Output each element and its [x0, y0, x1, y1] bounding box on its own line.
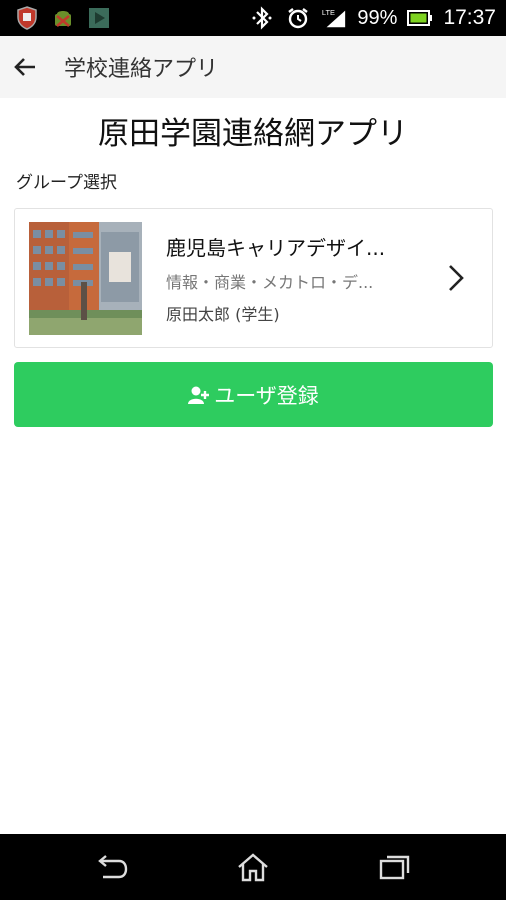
alarm-icon — [285, 5, 311, 31]
nav-bar — [0, 834, 506, 900]
arrow-back-icon — [14, 58, 35, 76]
back-nav-icon — [98, 855, 128, 879]
register-button-label: ユーザ登録 — [214, 383, 319, 408]
clock: 17:37 — [443, 6, 496, 29]
bluetooth-icon — [249, 5, 275, 31]
school-building-photo — [29, 221, 142, 335]
back-button[interactable] — [2, 44, 48, 90]
svg-text:LTE: LTE — [322, 8, 335, 17]
android-icon — [50, 5, 76, 31]
group-card[interactable]: 鹿児島キャリアデザイ... 情報・商業・メカトロ・デ... 原田太郎 (学生) — [14, 208, 493, 348]
page-title: 原田学園連絡網アプリ — [98, 116, 408, 152]
shield-icon — [14, 5, 40, 31]
home-icon — [238, 853, 268, 882]
group-subtitle: 情報・商業・メカトロ・デ... — [166, 272, 374, 292]
group-user: 原田太郎 (学生) — [166, 304, 280, 324]
play-store-icon — [86, 5, 112, 31]
signal-icon: LTE — [321, 5, 347, 31]
app-bar: 学校連絡アプリ — [0, 36, 506, 98]
home-button[interactable] — [223, 842, 283, 892]
app-bar-title: 学校連絡アプリ — [64, 57, 219, 82]
back-nav-button[interactable] — [81, 842, 141, 892]
register-user-button[interactable]: ユーザ登録 — [14, 362, 493, 427]
recents-icon — [379, 855, 410, 880]
status-bar: LTE 99% 17:37 — [0, 0, 506, 36]
recents-button[interactable] — [365, 842, 425, 892]
group-name: 鹿児島キャリアデザイ... — [166, 235, 386, 260]
section-label: グループ選択 — [16, 173, 117, 193]
chevron-right-icon — [446, 263, 470, 293]
battery-icon — [407, 5, 433, 31]
battery-percent: 99% — [357, 6, 398, 29]
add-user-icon — [188, 385, 210, 405]
